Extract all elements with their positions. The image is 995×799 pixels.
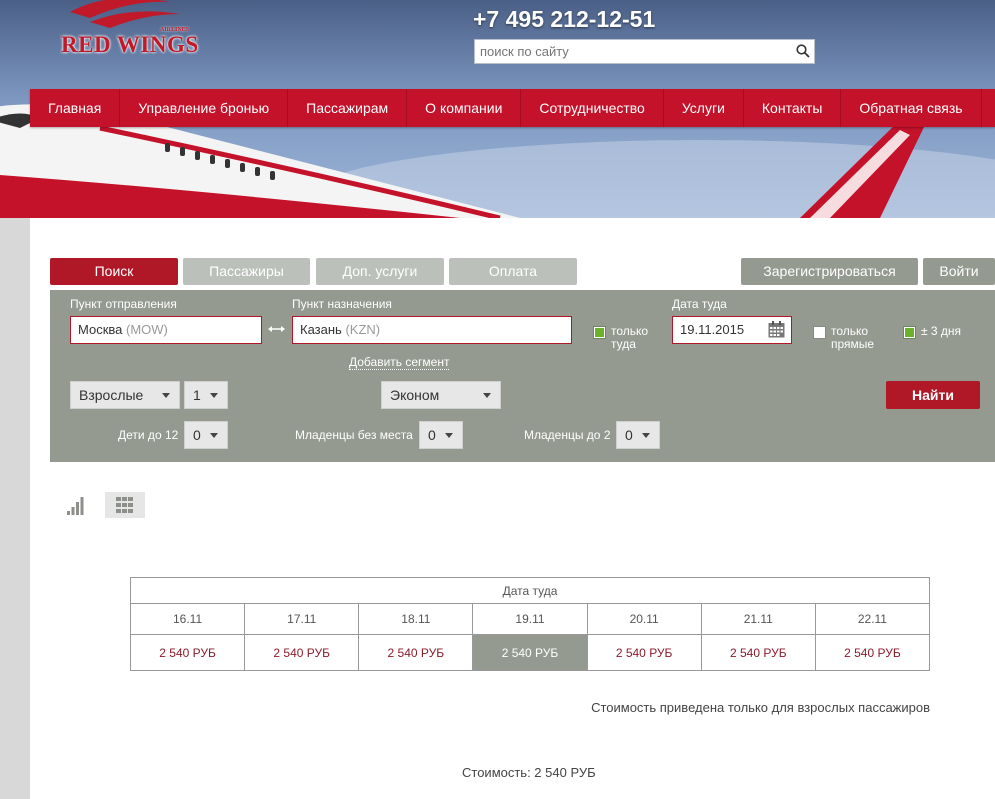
infants-label: Младенцы до 2 [524, 428, 611, 442]
grid-view-button[interactable] [105, 492, 145, 518]
class-select[interactable]: Эконом [381, 381, 501, 409]
one-way-checkbox[interactable] [593, 326, 606, 339]
infants-no-seat-select[interactable]: 0 [419, 421, 463, 449]
date-cell: 20.11 [586, 603, 702, 635]
login-button[interactable]: Войти [923, 258, 995, 285]
chart-view-icon[interactable] [67, 497, 84, 515]
tab-search[interactable]: Поиск [50, 258, 178, 285]
date-cell: 19.11 [472, 603, 588, 635]
search-input[interactable] [475, 40, 785, 63]
price-cell[interactable]: 2 540 РУБ [586, 634, 702, 671]
calendar-icon[interactable] [768, 321, 785, 338]
phone-number: +7 495 212-12-51 [473, 6, 656, 32]
one-way-label: только туда [611, 324, 649, 351]
flex-dates-checkbox[interactable] [903, 326, 916, 339]
swap-icon[interactable] [268, 324, 285, 334]
price-cell[interactable]: 2 540 РУБ [814, 634, 931, 671]
date-cell: 22.11 [814, 603, 931, 635]
destination-field[interactable]: Казань (KZN) [292, 316, 572, 344]
date-cell: 17.11 [244, 603, 360, 635]
origin-label: Пункт отправления [70, 297, 177, 311]
register-button[interactable]: Зарегистрироваться [741, 258, 918, 285]
passenger-type-select[interactable]: Взрослые [70, 381, 180, 409]
nav-item-manage-booking[interactable]: Управление бронью [120, 89, 289, 127]
nav-item-contacts[interactable]: Контакты [744, 89, 842, 127]
price-note: Стоимость приведена только для взрослых … [591, 700, 930, 715]
destination-code: (KZN) [345, 322, 381, 337]
infants-select[interactable]: 0 [616, 421, 660, 449]
adults-count-select[interactable]: 1 [184, 381, 228, 409]
nav-item-passengers[interactable]: Пассажирам [288, 89, 408, 127]
date-label: Дата туда [672, 297, 727, 311]
destination-city: Казань [300, 322, 342, 337]
fare-calendar-table: Дата туда 16.11 17.11 18.11 19.11 20.11 … [129, 577, 931, 671]
adults-count-value: 1 [193, 387, 201, 403]
infants-no-seat-value: 0 [428, 427, 436, 443]
date-cell: 18.11 [358, 603, 474, 635]
price-cell[interactable]: 2 540 РУБ [244, 634, 360, 671]
children-count-select[interactable]: 0 [184, 421, 228, 449]
infants-value: 0 [625, 427, 633, 443]
chevron-down-icon [445, 433, 453, 438]
chevron-down-icon [210, 393, 218, 398]
fare-table-header: Дата туда [130, 577, 930, 604]
nav-item-home[interactable]: Главная [30, 89, 121, 127]
direct-only-label: только прямые [831, 324, 875, 351]
price-cell-selected[interactable]: 2 540 РУБ [472, 634, 588, 671]
origin-field[interactable]: Москва (MOW) [70, 316, 262, 344]
price-cell[interactable]: 2 540 РУБ [700, 634, 816, 671]
nav-item-feedback[interactable]: Обратная связь [841, 89, 982, 127]
nav-item-services[interactable]: Услуги [664, 89, 744, 127]
direct-only-checkbox[interactable] [813, 326, 826, 339]
origin-code: (MOW) [126, 322, 168, 337]
origin-city: Москва [78, 322, 123, 337]
price-cell[interactable]: 2 540 РУБ [129, 634, 246, 671]
price-cell[interactable]: 2 540 РУБ [358, 634, 474, 671]
add-segment-link[interactable]: Добавить сегмент [349, 355, 450, 370]
tab-payment[interactable]: Оплата [449, 258, 577, 285]
date-row: 16.11 17.11 18.11 19.11 20.11 21.11 22.1… [129, 603, 931, 635]
date-cell: 16.11 [129, 603, 246, 635]
price-row: 2 540 РУБ 2 540 РУБ 2 540 РУБ 2 540 РУБ … [129, 634, 931, 671]
nav-item-partnership[interactable]: Сотрудничество [521, 89, 664, 127]
main-nav: Главная Управление бронью Пассажирам О к… [30, 89, 995, 127]
chevron-down-icon [210, 433, 218, 438]
chevron-down-icon [162, 393, 170, 398]
search-box [474, 39, 815, 64]
total-price: Стоимость: 2 540 РУБ [462, 765, 596, 780]
children-label: Дети до 12 [118, 428, 179, 442]
chevron-down-icon [483, 393, 491, 398]
tab-extras[interactable]: Доп. услуги [316, 258, 444, 285]
date-cell: 21.11 [700, 603, 816, 635]
destination-label: Пункт назначения [292, 297, 392, 311]
find-button[interactable]: Найти [886, 381, 980, 409]
logo[interactable]: RED WINGS [61, 32, 199, 58]
class-value: Эконом [390, 387, 440, 403]
infants-no-seat-label: Младенцы без места [295, 428, 413, 442]
grid-view-icon [116, 497, 133, 513]
nav-item-about[interactable]: О компании [407, 89, 522, 127]
flex-dates-label: ± 3 дня [921, 324, 962, 338]
chevron-down-icon [642, 433, 650, 438]
date-value: 19.11.2015 [680, 322, 745, 337]
search-icon[interactable] [796, 44, 810, 58]
passenger-type-value: Взрослые [79, 387, 144, 403]
children-count-value: 0 [193, 427, 201, 443]
date-field[interactable]: 19.11.2015 [672, 316, 792, 344]
tab-passengers[interactable]: Пассажиры [183, 258, 310, 285]
